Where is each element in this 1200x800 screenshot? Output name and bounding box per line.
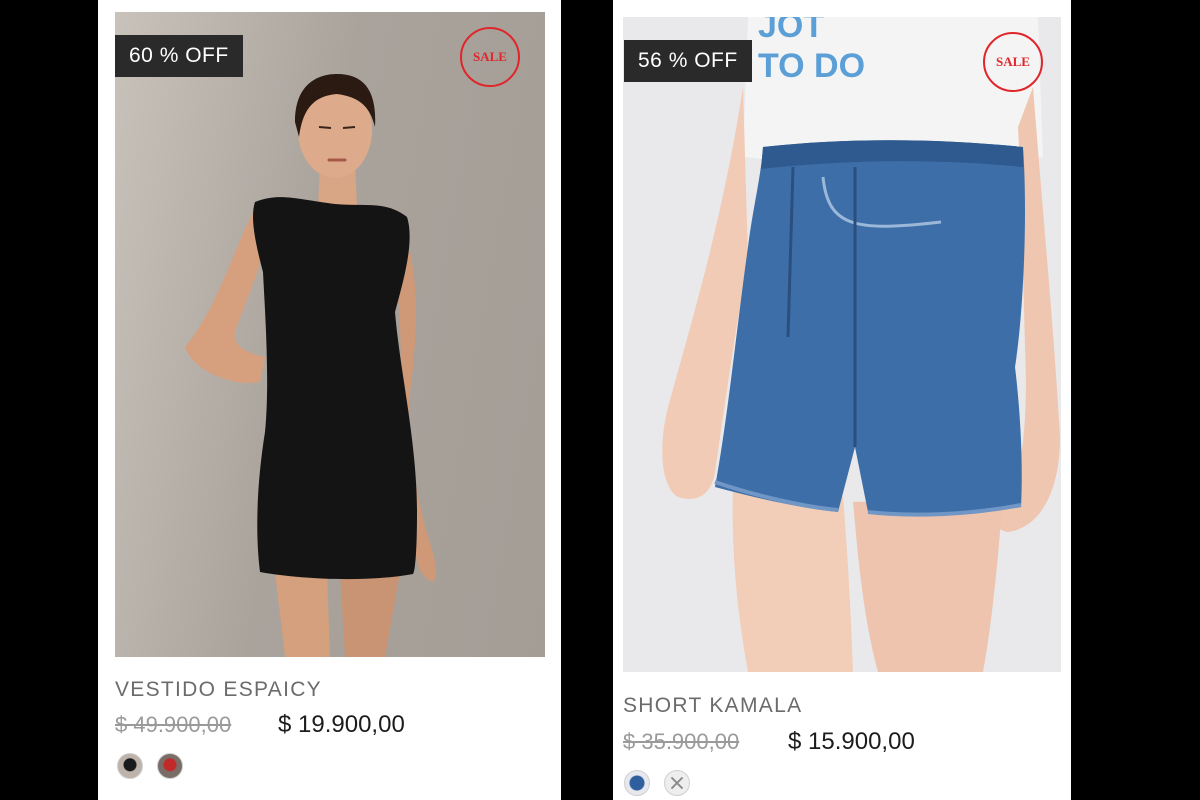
product-card[interactable]: JOT TO DO 56 % OFF SALE SHORT KAMALA $ 3… (613, 0, 1071, 800)
original-price: $ 35.900,00 (623, 729, 740, 754)
unavailable-swatch-icon[interactable] (664, 770, 690, 796)
red-dress-swatch-icon[interactable] (157, 753, 183, 779)
discount-badge: 60 % OFF (115, 35, 243, 77)
product-image[interactable]: JOT TO DO 56 % OFF SALE (623, 17, 1061, 672)
sale-badge: SALE (983, 32, 1043, 92)
cross-icon (670, 776, 684, 790)
svg-text:JOT: JOT (758, 17, 824, 45)
sale-price: $ 19.900,00 (278, 711, 405, 738)
sale-badge: SALE (460, 27, 520, 87)
discount-badge: 56 % OFF (624, 40, 752, 82)
denim-swatch-icon[interactable] (624, 770, 650, 796)
product-name[interactable]: VESTIDO ESPAICY (115, 678, 322, 702)
black-dress-swatch-icon[interactable] (117, 753, 143, 779)
product-image[interactable]: 60 % OFF SALE (115, 12, 545, 657)
sale-price: $ 15.900,00 (788, 728, 915, 755)
original-price: $ 49.900,00 (115, 712, 232, 737)
svg-text:TO DO: TO DO (758, 47, 865, 85)
denim-shorts-illustration: JOT TO DO (662, 17, 1060, 672)
product-name[interactable]: SHORT KAMALA (623, 694, 802, 718)
dress-model-illustration (185, 74, 436, 657)
product-card[interactable]: 60 % OFF SALE VESTIDO ESPAICY $ 49.900,0… (98, 0, 561, 800)
